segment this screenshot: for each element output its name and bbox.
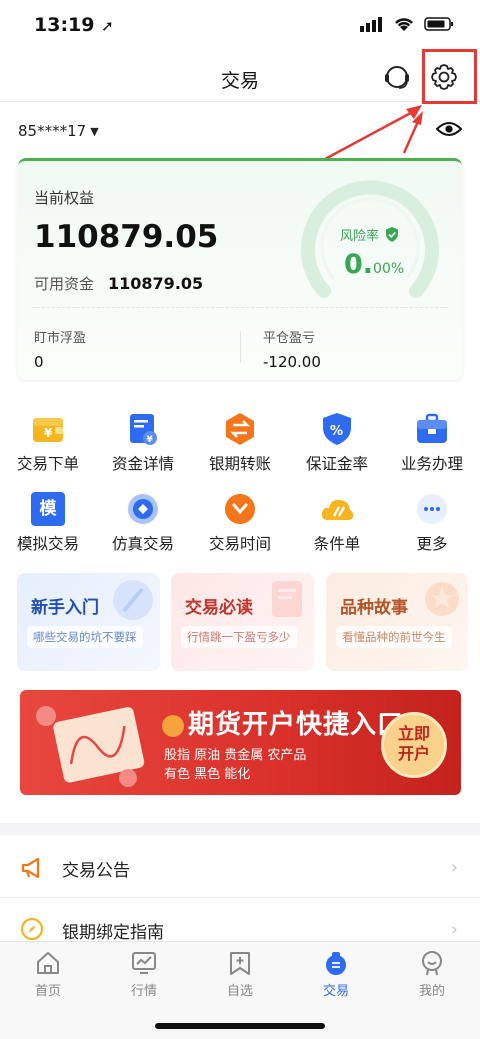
wallet-yen-icon: ¥ [33, 418, 63, 442]
float-pnl: 盯市浮盈 0 [34, 327, 86, 371]
tab-me[interactable]: 我的 [392, 950, 472, 999]
battery-icon [424, 17, 453, 31]
trade-bag-icon [326, 952, 346, 975]
equity-label: 当前权益 [34, 189, 95, 207]
equity-card: 当前权益 110879.05 可用资金 110879.05 风险率 0.00% … [18, 158, 462, 380]
close-pnl: 平仓盈亏 -120.00 [263, 327, 321, 371]
grid-business[interactable]: 业务办理 [387, 412, 477, 474]
shield-check-icon [386, 227, 399, 242]
grid-margin-rate[interactable]: % 保证金率 [292, 412, 382, 474]
account-selector[interactable]: 85****17 ▼ [18, 122, 99, 140]
list-item-announcement[interactable]: 交易公告 › [0, 836, 480, 898]
available-value: 110879.05 [108, 274, 204, 293]
status-bar: 13:19 ➚ [0, 0, 480, 52]
home-indicator [155, 1023, 325, 1029]
banner-title: 期货开户快捷入口 [162, 704, 404, 741]
float-value: 0 [34, 353, 44, 371]
shield-percent-icon: % [323, 413, 351, 445]
home-icon [37, 952, 59, 974]
account-id: 85****17 [18, 122, 87, 140]
close-label: 平仓盈亏 [263, 331, 316, 346]
grid-conditional-order[interactable]: 条件单 [292, 492, 382, 554]
target-circle-icon [128, 494, 158, 524]
signal-icon [360, 17, 382, 32]
eye-icon[interactable] [436, 120, 462, 138]
chart-card-illustration [36, 706, 145, 787]
tab-market[interactable]: 行情 [104, 950, 184, 999]
customer-service-icon[interactable] [382, 62, 412, 92]
grid-bank-transfer[interactable]: 银期转账 [195, 412, 285, 474]
star-decor-icon [425, 582, 459, 616]
megaphone-icon [21, 857, 40, 879]
promo-variety-story[interactable]: 品种故事 看懂品种的前世今生 [326, 573, 468, 671]
simulate-icon: 模 [31, 492, 65, 526]
card-vdivider [240, 331, 241, 363]
float-label: 盯市浮盈 [34, 331, 87, 346]
briefcase-icon [417, 413, 447, 443]
grid-more[interactable]: 更多 [387, 492, 477, 554]
chevron-right-icon: › [450, 919, 458, 940]
risk-value: 0.00% [344, 249, 405, 280]
grid-emulation-trade[interactable]: 仿真交易 [98, 492, 188, 554]
document-yen-icon: ¥ [130, 414, 157, 445]
tab-trade[interactable]: 交易 [296, 950, 376, 999]
svg-text:¥: ¥ [147, 435, 154, 445]
available-label: 可用资金 [34, 275, 95, 293]
tab-watchlist[interactable]: 自选 [200, 950, 280, 999]
bookmark-plus-icon [230, 952, 250, 975]
open-account-button[interactable]: 立即 开户 [381, 712, 447, 778]
promo-must-read[interactable]: 交易必读 行情跳一下盈亏多少 [171, 573, 314, 671]
book-decor-icon [272, 581, 302, 617]
clock-icon [225, 494, 255, 524]
equity-value: 110879.05 [34, 219, 219, 255]
svg-text:%: % [330, 424, 343, 439]
svg-text:¥: ¥ [44, 426, 53, 440]
tab-home[interactable]: 首页 [8, 950, 88, 999]
available-funds: 可用资金 110879.05 [34, 273, 203, 294]
risk-label-row: 风险率 [340, 225, 399, 244]
banner-line1: 股指 原油 贵金属 农产品 [164, 748, 307, 763]
grid-trading-hours[interactable]: 交易时间 [195, 492, 285, 554]
promo-beginner[interactable]: 新手入门 哪些交易的坑不要踩 [17, 573, 160, 671]
transfer-hexagon-icon [226, 413, 254, 445]
more-dots-icon [417, 494, 447, 524]
rocket-decor-icon [113, 580, 153, 620]
compass-icon [20, 917, 44, 941]
status-icons [360, 16, 454, 32]
grid-simulated-trade[interactable]: 模 模拟交易 [3, 492, 93, 554]
chevron-right-icon: › [450, 857, 458, 878]
cloud-icon [321, 499, 354, 520]
market-chart-icon [132, 952, 156, 974]
profile-face-icon [422, 951, 442, 976]
risk-label: 风险率 [340, 229, 380, 244]
caret-down-icon: ▼ [90, 124, 99, 138]
status-time: 13:19 ➚ [34, 14, 114, 36]
card-divider [32, 307, 448, 308]
grid-fund-details[interactable]: ¥ 资金详情 [98, 412, 188, 474]
grid-trade-order[interactable]: ¥ 交易下单 [3, 412, 93, 474]
account-open-banner[interactable]: 期货开户快捷入口 股指 原油 贵金属 农产品 有色 黑色 能化 立即 开户 [20, 690, 461, 795]
section-divider [0, 823, 480, 835]
wifi-icon [395, 18, 413, 31]
close-value: -120.00 [263, 353, 321, 371]
banner-line2: 有色 黑色 能化 [164, 767, 251, 782]
